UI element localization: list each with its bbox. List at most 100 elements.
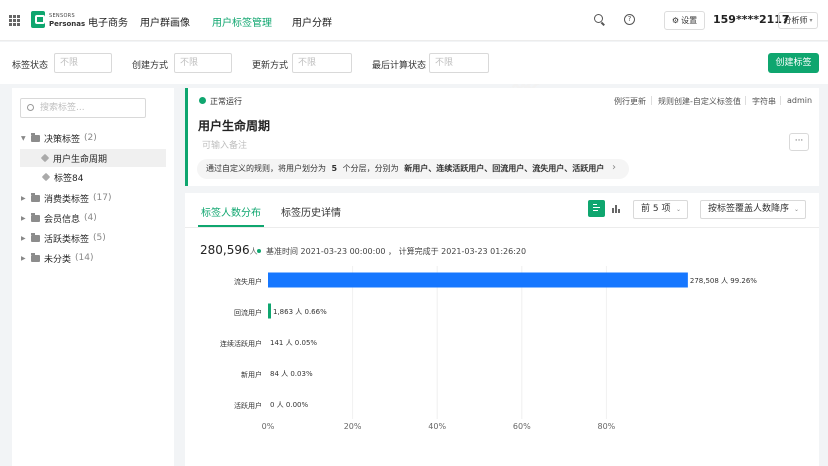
nav-item-tag-management[interactable]: 用户标签管理 <box>212 14 272 29</box>
category-label: 活跃用户 <box>234 401 262 410</box>
tree-folder-consumption[interactable]: ▶ 消费类标签 (17) <box>21 189 112 207</box>
folder-icon <box>31 212 40 222</box>
tree-tag-lifecycle[interactable]: 用户生命周期 <box>20 149 166 167</box>
settings-button[interactable]: ⚙ 设置 <box>664 11 705 30</box>
tag-search-input[interactable]: 搜索标签... <box>20 98 146 118</box>
folder-icon <box>31 132 40 142</box>
chevron-right-icon[interactable]: › <box>612 162 616 173</box>
logo-text-line2: Personas <box>49 19 86 28</box>
tab-history[interactable]: 标签历史详情 <box>281 204 341 219</box>
filter-update-method-select[interactable]: 不限 <box>292 53 352 73</box>
top-navigation-bar: SENSORS Personas 电子商务 用户群画像 用户标签管理 用户分群 … <box>0 0 828 41</box>
data-label: 84 人 0.03% <box>270 370 313 378</box>
product-logo[interactable]: SENSORS Personas <box>31 11 85 28</box>
caret-down-icon: ▼ <box>21 134 26 142</box>
tree-folder-count: (17) <box>93 193 112 203</box>
status-check-icon <box>199 97 206 104</box>
nav-item-user-portrait[interactable]: 用户群画像 <box>140 14 190 29</box>
tree-folder-label: 未分类 <box>44 254 72 265</box>
nav-item-user-segments[interactable]: 用户分群 <box>292 14 332 29</box>
tag-search-placeholder: 搜索标签... <box>40 103 85 113</box>
sort-value: 按标签覆盖人数降序 <box>708 204 790 214</box>
filter-status-select[interactable]: 不限 <box>54 53 112 73</box>
tree-folder-count: (5) <box>93 233 106 243</box>
column-view-toggle-icon[interactable] <box>611 203 622 214</box>
desc-prefix: 通过自定义的规则，将用户划分为 <box>206 164 326 173</box>
tree-folder-activity[interactable]: ▶ 活跃类标签 (5) <box>21 229 106 247</box>
tab-distribution[interactable]: 标签人数分布 <box>201 204 261 219</box>
top-n-select[interactable]: 前 5 项 ⌄ <box>633 200 688 219</box>
sort-select[interactable]: 按标签覆盖人数降序 ⌄ <box>700 200 806 219</box>
user-role-dropdown[interactable]: 分析师 ▾ <box>778 12 818 29</box>
x-tick-label: 60% <box>513 422 531 431</box>
tree-folder-label: 活跃类标签 <box>44 234 90 245</box>
tree-folder-member[interactable]: ▶ 会员信息 (4) <box>21 209 97 227</box>
meta-divider <box>651 96 652 105</box>
tab-divider <box>185 227 819 228</box>
tree-folder-decision[interactable]: ▼ 决策标签 (2) <box>21 129 97 147</box>
category-label: 连续活跃用户 <box>220 339 262 348</box>
meta-update-type: 例行更新 <box>614 97 646 106</box>
tree-folder-label: 消费类标签 <box>44 194 90 205</box>
gear-icon: ⚙ <box>671 16 680 25</box>
filter-label-create-method: 创建方式 <box>132 61 169 71</box>
bar-view-toggle-icon[interactable] <box>588 200 605 217</box>
remark-input[interactable]: 可输入备注 <box>202 138 247 151</box>
tag-icon <box>41 172 51 182</box>
search-icon <box>27 104 34 111</box>
desc-count: 5 <box>331 164 338 173</box>
chevron-down-icon: ⌄ <box>675 206 681 213</box>
category-label: 流失用户 <box>234 277 262 286</box>
status-dot-icon <box>257 249 261 253</box>
bar <box>268 272 688 288</box>
data-label: 0 人 0.00% <box>270 401 308 409</box>
more-actions-button[interactable]: ··· <box>789 133 809 151</box>
filter-create-method-select[interactable]: 不限 <box>174 53 232 73</box>
help-icon[interactable]: ? <box>624 14 635 25</box>
filter-label-calc-status: 最后计算状态 <box>372 61 427 71</box>
data-label: 141 人 0.05% <box>270 339 317 347</box>
filter-label-update-method: 更新方式 <box>252 61 289 71</box>
category-label: 回流用户 <box>234 308 262 317</box>
settings-label: 设置 <box>681 16 698 25</box>
bar <box>268 303 271 319</box>
tree-folder-count: (14) <box>75 253 94 263</box>
tree-tag-label: 标签84 <box>54 173 84 184</box>
x-tick-label: 80% <box>598 422 616 431</box>
meta-creator: admin <box>787 96 813 105</box>
user-role-label: 分析师 <box>783 16 808 25</box>
tree-tag-label: 用户生命周期 <box>53 154 108 165</box>
search-icon[interactable] <box>594 14 605 25</box>
chevron-down-icon: ⌄ <box>793 206 799 213</box>
tag-icon <box>40 153 50 163</box>
meta-divider <box>780 96 781 105</box>
category-label: 新用户 <box>241 370 262 379</box>
tree-folder-uncategorized[interactable]: ▶ 未分类 (14) <box>21 249 94 267</box>
tree-tag-84[interactable]: 标签84 <box>21 168 83 186</box>
total-users: 280,596人 <box>200 243 258 257</box>
tree-folder-count: (4) <box>84 213 97 223</box>
x-tick-label: 0% <box>262 422 275 431</box>
tag-title: 用户生命周期 <box>198 119 271 133</box>
caret-right-icon: ▶ <box>21 254 26 262</box>
calculation-time: 基准时间 2021-03-23 00:00:00 ， 计算完成于 2021-03… <box>266 247 527 256</box>
filter-calc-status-select[interactable]: 不限 <box>429 53 489 73</box>
desc-list: 新用户、连续活跃用户、回流用户、流失用户、活跃用户 <box>404 164 605 173</box>
total-value: 280,596 <box>200 243 250 257</box>
tree-folder-label: 决策标签 <box>44 134 81 145</box>
logo-mark-icon <box>31 11 45 28</box>
app-grid-icon[interactable] <box>9 15 20 26</box>
tag-status: 正常运行 <box>210 97 242 106</box>
meta-create-type: 规则创建-自定义标签值 <box>658 97 741 106</box>
top-n-value: 前 5 项 <box>641 204 671 214</box>
caret-right-icon: ▶ <box>21 234 26 242</box>
nav-item-ecommerce[interactable]: 电子商务 <box>88 14 128 29</box>
tree-folder-count: (2) <box>84 133 97 143</box>
x-tick-label: 20% <box>344 422 362 431</box>
data-label: 1,863 人 0.66% <box>273 308 327 316</box>
create-tag-button[interactable]: 创建标签 <box>768 53 819 73</box>
filter-label-status: 标签状态 <box>12 61 49 71</box>
tag-rule-description[interactable]: 通过自定义的规则，将用户划分为 5 个分层，分别为 新用户、连续活跃用户、回流用… <box>197 159 629 179</box>
x-tick-label: 40% <box>428 422 446 431</box>
logo-text-line1: SENSORS <box>49 12 75 19</box>
